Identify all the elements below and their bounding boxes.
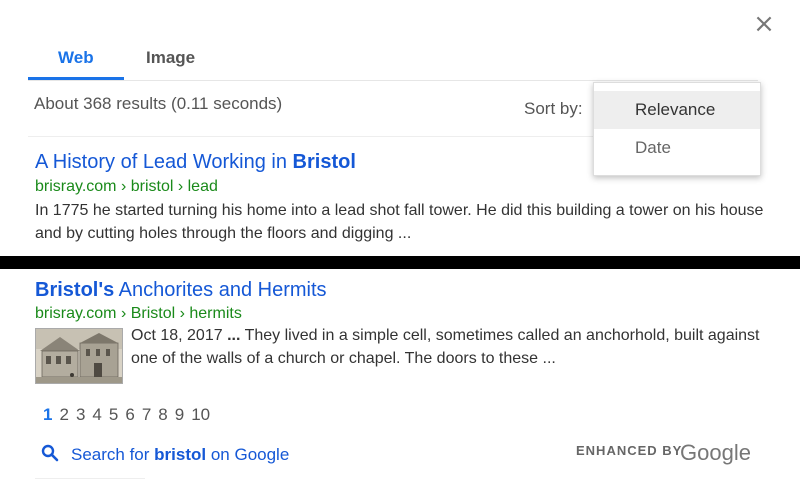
tabs-divider — [28, 80, 758, 81]
sort-option-date[interactable]: Date — [594, 129, 760, 167]
enhanced-by-label: ENHANCED BY — [576, 443, 683, 458]
pagination: 1 2 3 4 5 6 7 8 9 10 — [43, 405, 217, 425]
page-link[interactable]: 2 — [59, 405, 68, 424]
page-link-current[interactable]: 1 — [43, 405, 52, 424]
search-on-google-link[interactable]: Search for bristol on Google — [41, 444, 289, 467]
separator-bar — [0, 256, 800, 269]
active-tab-indicator — [28, 77, 124, 80]
page-link[interactable]: 3 — [76, 405, 85, 424]
page-link[interactable]: 6 — [125, 405, 134, 424]
search-icon — [41, 444, 61, 467]
google-logo: Google — [680, 440, 751, 465]
page-link[interactable]: 8 — [158, 405, 167, 424]
page-link[interactable]: 9 — [175, 405, 184, 424]
bottom-divider — [35, 478, 145, 479]
page-link[interactable]: 7 — [142, 405, 151, 424]
result-url: brisray.com › Bristol › hermits — [35, 305, 242, 322]
result-title[interactable]: Bristol's Anchorites and Hermits — [35, 279, 327, 302]
result-snippet: Oct 18, 2017 ... They lived in a simple … — [131, 327, 760, 367]
result-thumbnail[interactable] — [35, 328, 123, 384]
sort-option-relevance[interactable]: Relevance — [594, 91, 760, 129]
tab-web[interactable]: Web — [58, 48, 94, 68]
results-count: About 368 results (0.11 seconds) — [34, 94, 283, 113]
page-link[interactable]: 10 — [191, 405, 210, 424]
page-link[interactable]: 5 — [109, 405, 118, 424]
tab-image[interactable]: Image — [146, 48, 195, 68]
result-url: brisray.com › bristol › lead — [35, 178, 218, 195]
sort-label: Sort by: — [524, 99, 583, 118]
result-snippet: In 1775 he started turning his home into… — [35, 202, 764, 242]
sort-dropdown[interactable]: Relevance Date — [593, 82, 761, 176]
result-title[interactable]: A History of Lead Working in Bristol — [35, 151, 356, 174]
close-icon[interactable]: × — [752, 11, 776, 37]
page-link[interactable]: 4 — [92, 405, 101, 424]
